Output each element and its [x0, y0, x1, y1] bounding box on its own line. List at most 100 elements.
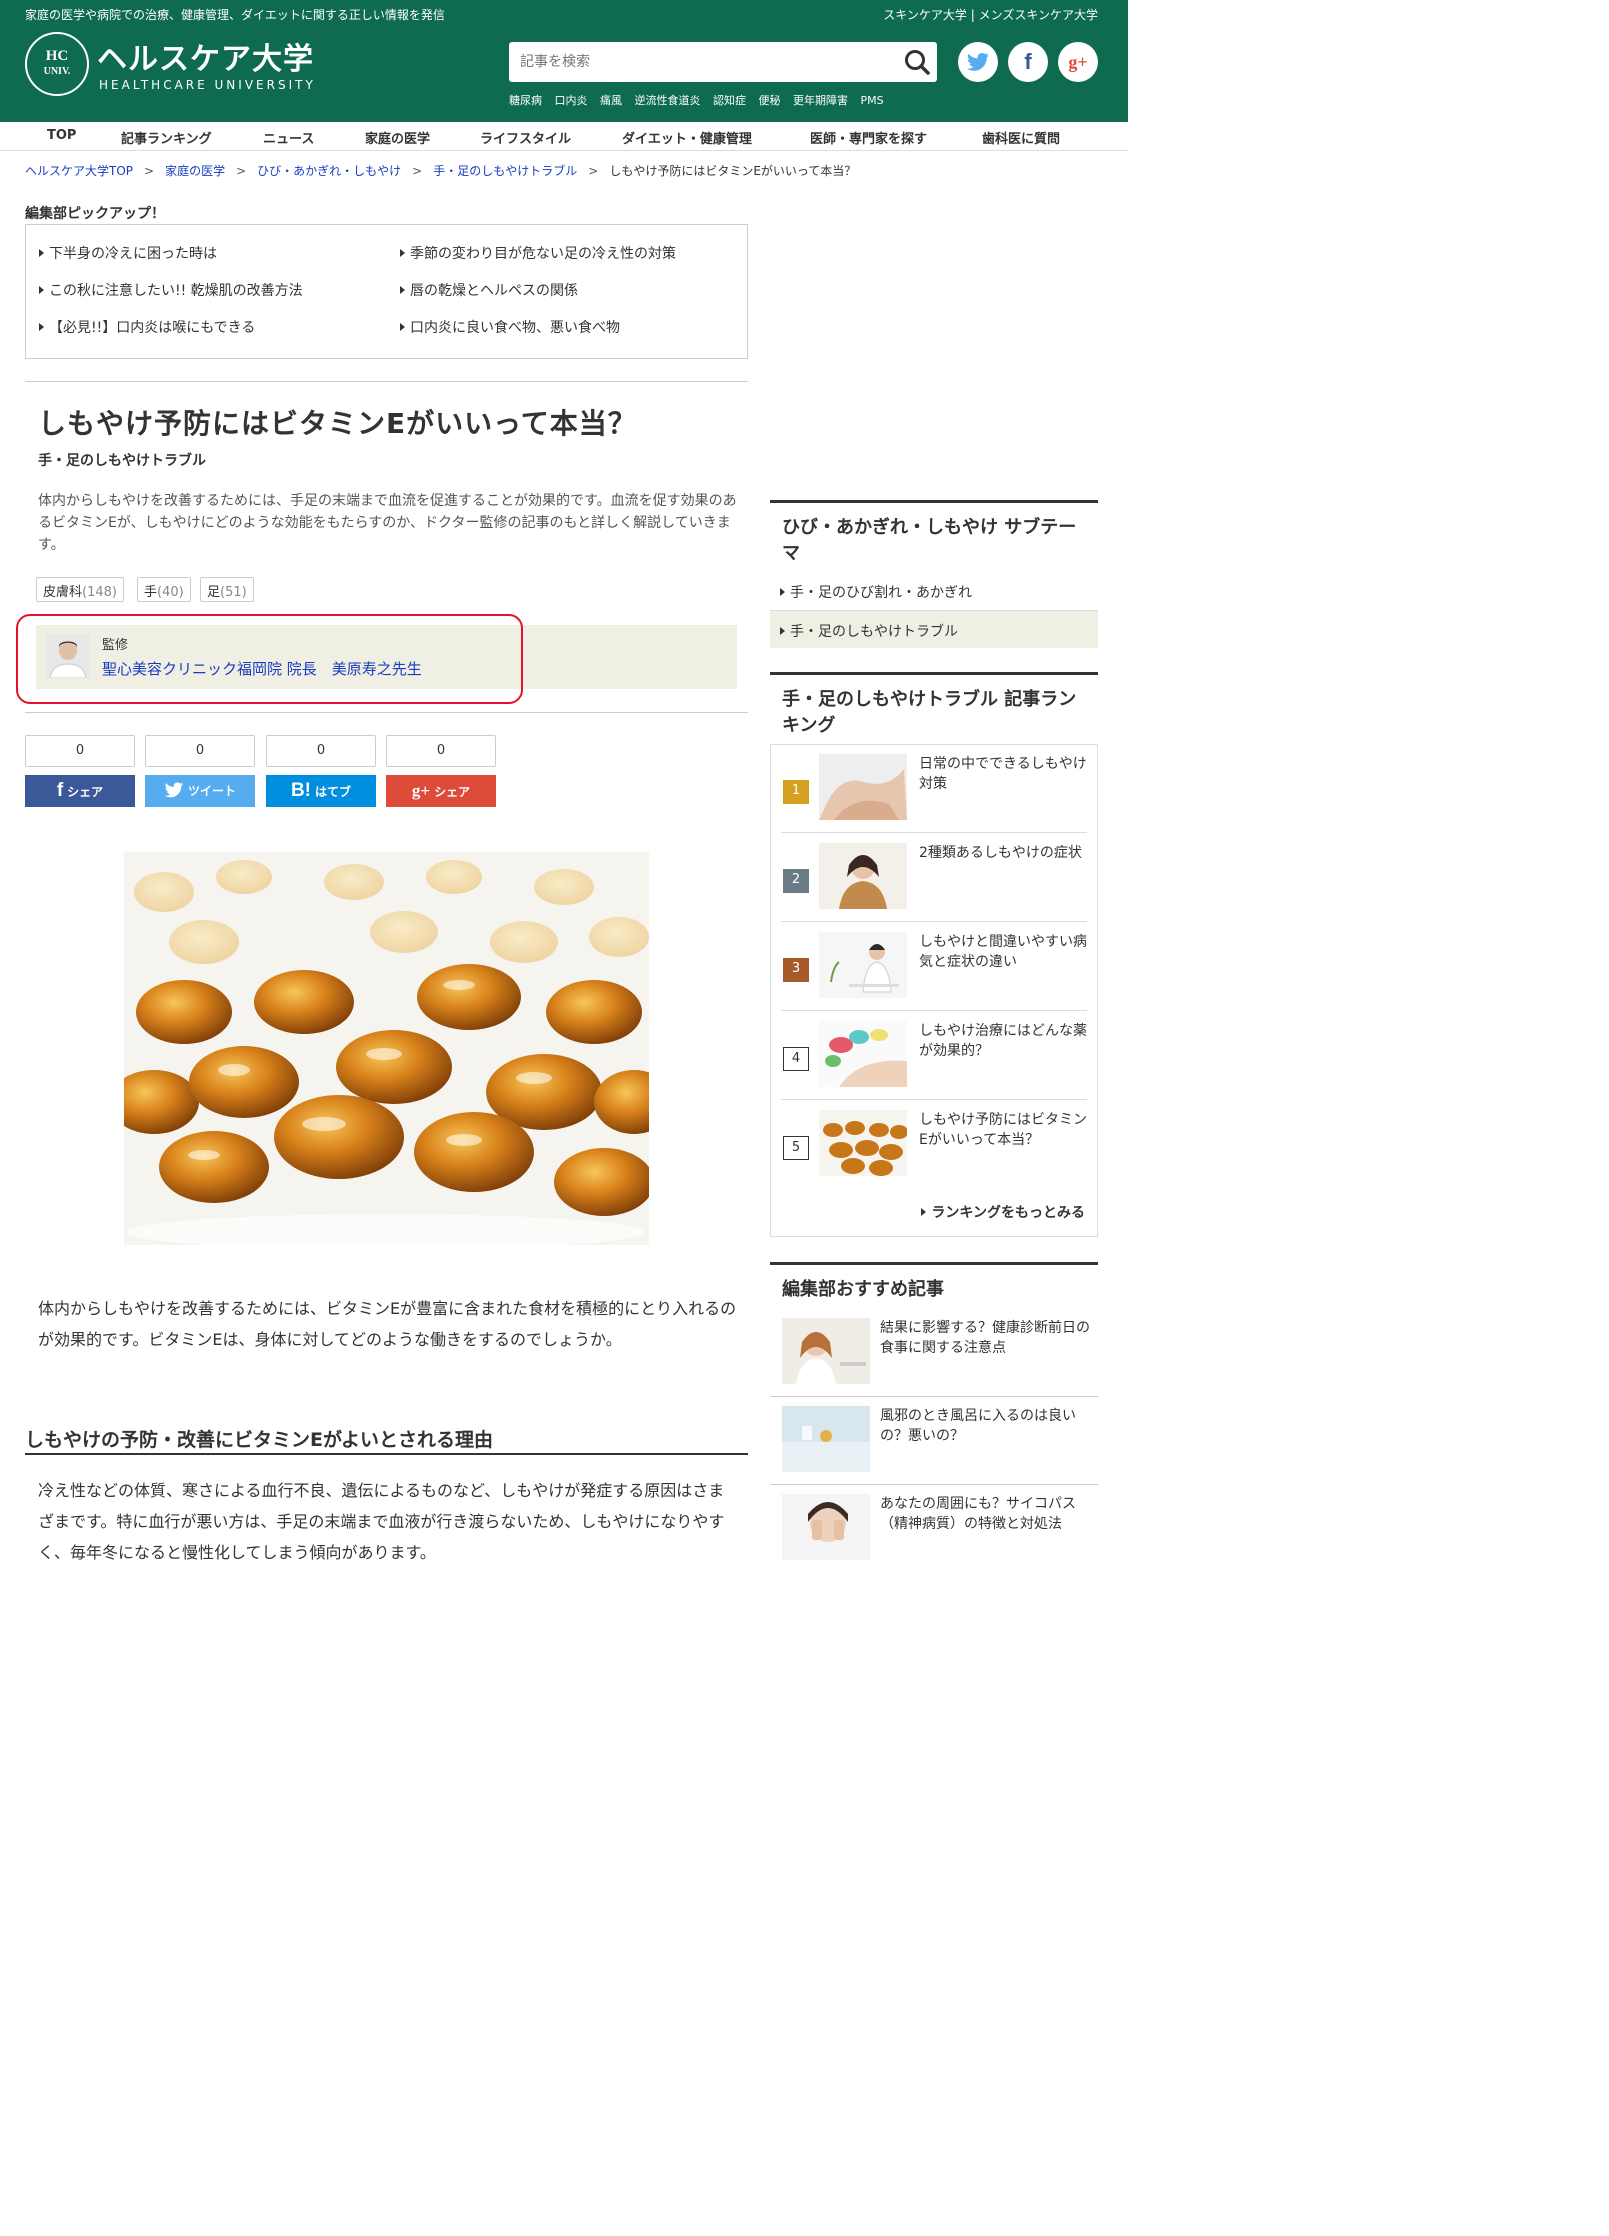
logo-mark-hc: HC: [45, 48, 69, 64]
breadcrumb-link[interactable]: ヘルスケア大学TOP: [25, 164, 133, 178]
rank-badge: 3: [783, 958, 809, 982]
nav-item-diet[interactable]: ダイエット・健康管理: [622, 128, 752, 147]
keyword-link[interactable]: 更年期障害: [793, 94, 848, 107]
keyword-link[interactable]: 糖尿病: [509, 94, 542, 107]
site-header: 家庭の医学や病院での治療、健康管理、ダイエットに関する正しい情報を発信 スキンケ…: [0, 0, 1128, 122]
nav-item-ranking[interactable]: 記事ランキング: [121, 128, 212, 147]
search-box: [509, 42, 937, 82]
recommended-item[interactable]: 風邪のとき風呂に入るのは良いの？悪いの？: [782, 1406, 1098, 1486]
recommended-title: 結果に影響する？健康診断前日の食事に関する注意点: [880, 1320, 1090, 1356]
article-main-image: [124, 852, 649, 1245]
pick-item[interactable]: 下半身の冷えに困った時は: [39, 243, 217, 263]
ranking-item[interactable]: 4 しもやけ治療にはどんな薬が効果的？: [781, 1012, 1087, 1100]
pick-item-label: 口内炎に良い食べ物、悪い食べ物: [410, 320, 620, 336]
pick-item[interactable]: この秋に注意したい!! 乾燥肌の改善方法: [39, 280, 303, 300]
tag-foot[interactable]: 足(51): [200, 577, 254, 602]
ranking-thumbnail: [819, 754, 907, 820]
ranking-thumbnail: [819, 843, 907, 909]
facebook-icon: f: [56, 780, 64, 801]
recommended-heading: 編集部おすすめ記事: [770, 1262, 1098, 1308]
ranking-thumbnail: [819, 1021, 907, 1087]
caret-right-icon: [780, 588, 785, 596]
recommended-title: 風邪のとき風呂に入るのは良いの？悪いの？: [880, 1408, 1076, 1444]
share-count: 0: [145, 735, 255, 767]
article-paragraph: 体内からしもやけを改善するためには、ビタミンEが豊富に含まれた食材を積極的にとり…: [38, 1299, 737, 1349]
breadcrumb-link[interactable]: 家庭の医学: [165, 164, 225, 178]
subtheme-item-label: 手・足のひび割れ・あかぎれ: [790, 585, 972, 601]
pick-item[interactable]: 唇の乾燥とヘルペスの関係: [400, 280, 578, 300]
caret-right-icon: [39, 249, 44, 257]
nav-item-home-medicine[interactable]: 家庭の医学: [365, 128, 430, 147]
hatena-icon: B!: [290, 780, 312, 801]
pick-item[interactable]: 口内炎に良い食べ物、悪い食べ物: [400, 317, 620, 337]
nav-item-news[interactable]: ニュース: [263, 128, 314, 147]
recommended-title: あなたの周囲にも？サイコパス（精神病質）の特徴と対処法: [880, 1496, 1076, 1532]
google-plus-share-button[interactable]: g+ シェア: [386, 775, 496, 807]
skincare-univ-link[interactable]: スキンケア大学: [883, 8, 967, 22]
keyword-link[interactable]: 口内炎: [555, 94, 588, 107]
ranking-more-link[interactable]: ランキングをもっとみる: [921, 1202, 1085, 1222]
global-nav: TOP 記事ランキング ニュース 家庭の医学 ライフスタイル ダイエット・健康管…: [0, 122, 1128, 151]
nav-item-dentist-qa[interactable]: 歯科医に質問: [982, 128, 1060, 147]
keyword-links: 糖尿病 口内炎 痛風 逆流性食道炎 認知症 便秘 更年期障害 PMS: [509, 92, 893, 108]
ranking-title: しもやけ治療にはどんな薬が効果的？: [919, 1023, 1087, 1059]
tag-label: 皮膚科: [43, 585, 83, 600]
search-input[interactable]: [509, 42, 889, 82]
ranking-title: 日常の中でできるしもやけ対策: [919, 756, 1087, 792]
ranking-item[interactable]: 3 しもやけと間違いやすい病気と症状の違い: [781, 923, 1087, 1011]
ranking-heading: 手・足のしもやけトラブル 記事ランキング: [770, 672, 1098, 744]
keyword-link[interactable]: PMS: [861, 94, 884, 107]
rank-badge: 1: [783, 780, 809, 804]
subtheme-item-active[interactable]: 手・足のしもやけトラブル: [770, 610, 1098, 648]
caret-right-icon: [400, 286, 405, 294]
tag-dermatology[interactable]: 皮膚科(148): [36, 577, 124, 602]
facebook-share-button[interactable]: f シェア: [25, 775, 135, 807]
google-plus-icon[interactable]: g+: [1058, 42, 1098, 82]
subtheme-item[interactable]: 手・足のひび割れ・あかぎれ: [770, 572, 1098, 610]
ranking-title: しもやけ予防にはビタミンEがいいって本当？: [919, 1112, 1087, 1148]
recommended-item[interactable]: 結果に影響する？健康診断前日の食事に関する注意点: [782, 1318, 1098, 1398]
keyword-link[interactable]: 認知症: [713, 94, 746, 107]
hatena-bookmark-button[interactable]: B! はてブ: [266, 775, 376, 807]
ranking-item[interactable]: 5 しもやけ予防にはビタミンEがいいって本当？: [781, 1101, 1087, 1189]
keyword-link[interactable]: 便秘: [759, 94, 781, 107]
share-label: はてブ: [315, 785, 352, 799]
article-title: しもやけ予防にはビタミンEがいいって本当？: [38, 407, 637, 440]
pick-item-label: 下半身の冷えに困った時は: [49, 246, 217, 262]
nav-item-top[interactable]: TOP: [47, 128, 76, 143]
facebook-icon[interactable]: f: [1008, 42, 1048, 82]
pick-item[interactable]: 【必見!!】口内炎は喉にもできる: [39, 317, 255, 337]
ranking-item[interactable]: 2 2種類あるしもやけの症状: [781, 834, 1087, 922]
subtheme-heading: ひび・あかぎれ・しもやけ サブテーマ: [770, 500, 1098, 580]
tag-hand[interactable]: 手(40): [137, 577, 191, 602]
keyword-link[interactable]: 逆流性食道炎: [635, 94, 701, 107]
breadcrumb-current: しもやけ予防にはビタミンEがいいって本当？: [609, 164, 857, 178]
recommended-thumbnail: [782, 1406, 870, 1472]
section-heading: しもやけの予防・改善にビタミンEがよいとされる理由: [25, 1425, 748, 1455]
breadcrumb-separator: >: [588, 164, 599, 178]
search-icon[interactable]: [903, 48, 931, 76]
twitter-icon[interactable]: [958, 42, 998, 82]
mens-skincare-univ-link[interactable]: メンズスキンケア大学: [979, 8, 1098, 22]
top-links-separator: |: [970, 8, 975, 22]
site-tagline: 家庭の医学や病院での治療、健康管理、ダイエットに関する正しい情報を発信: [25, 8, 445, 22]
share-count: 0: [266, 735, 376, 767]
recommended-thumbnail: [782, 1318, 870, 1384]
divider: [25, 712, 748, 713]
nav-item-find-doctor[interactable]: 医師・専門家を探す: [810, 128, 927, 147]
recommended-item[interactable]: あなたの周囲にも？サイコパス（精神病質）の特徴と対処法: [782, 1494, 1098, 1574]
ranking-more-label: ランキングをもっとみる: [931, 1205, 1085, 1221]
breadcrumb-link[interactable]: ひび・あかぎれ・しもやけ: [257, 164, 401, 178]
caret-right-icon: [400, 249, 405, 257]
breadcrumb-link[interactable]: 手・足のしもやけトラブル: [433, 164, 577, 178]
divider: [25, 381, 748, 382]
keyword-link[interactable]: 痛風: [600, 94, 622, 107]
site-logo[interactable]: HC UNIV. ヘルスケア大学 HEALTHCARE UNIVERSITY: [25, 32, 355, 98]
ranking-item[interactable]: 1 日常の中でできるしもやけ対策: [781, 745, 1087, 833]
nav-item-lifestyle[interactable]: ライフスタイル: [480, 128, 571, 147]
pick-item[interactable]: 季節の変わり目が危ない足の冷え性の対策: [400, 243, 676, 263]
ranking-thumbnail: [819, 1110, 907, 1176]
twitter-share-button[interactable]: ツイート: [145, 775, 255, 807]
article-category[interactable]: 手・足のしもやけトラブル: [38, 450, 206, 470]
rank-badge: 2: [783, 869, 809, 893]
